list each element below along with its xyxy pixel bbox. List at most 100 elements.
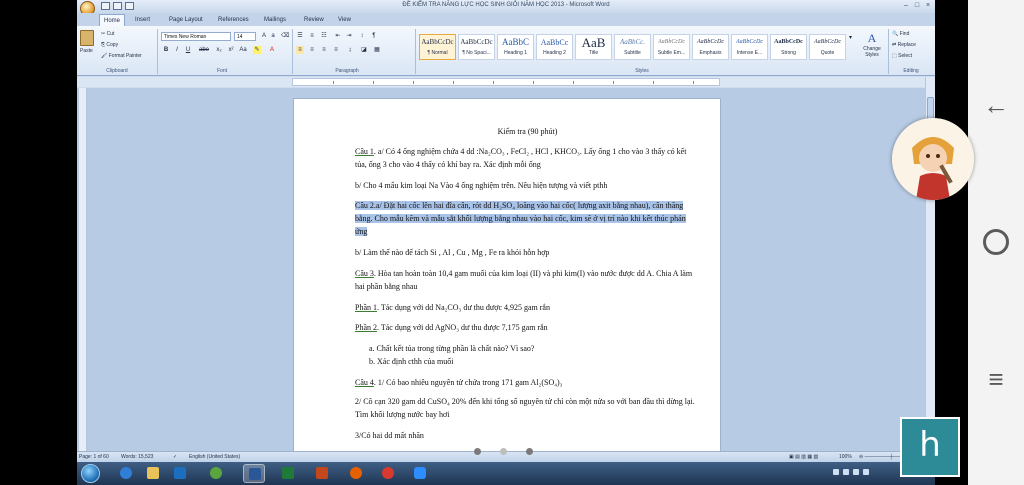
- format-painter-button[interactable]: 🖌 Format Painter: [101, 53, 142, 59]
- numbering-icon[interactable]: ≡: [308, 32, 316, 40]
- bullets-icon[interactable]: ☰: [296, 32, 304, 40]
- document-page[interactable]: Kiểm tra (90 phút) Câu 1. a/ Có 4 ống ng…: [293, 98, 721, 454]
- change-case-button[interactable]: Aa: [238, 46, 248, 54]
- underline-button[interactable]: U: [184, 46, 192, 54]
- tab-insert[interactable]: Insert: [131, 14, 154, 26]
- highlight-icon[interactable]: ✎: [253, 46, 261, 54]
- font-color-icon[interactable]: A: [268, 46, 276, 54]
- back-icon[interactable]: ←: [982, 92, 1010, 118]
- select-label: Select: [898, 53, 913, 59]
- superscript-button[interactable]: x²: [226, 46, 236, 54]
- subscript-button[interactable]: x₂: [214, 46, 224, 54]
- replace-button[interactable]: ⇄ Replace: [892, 42, 916, 48]
- question-1a: Câu 1. a/ Có 4 ống nghiệm chứa 4 dd :Na₂…: [355, 145, 700, 171]
- cut-button[interactable]: ✂ Cut: [101, 31, 114, 37]
- word-count[interactable]: Words: 15,523: [121, 454, 153, 460]
- menu-icon[interactable]: ≡: [982, 366, 1010, 392]
- style-subtitle[interactable]: AaBbCc. Subtitle: [614, 34, 651, 60]
- style-normal[interactable]: AaBbCcDc ¶ Normal: [419, 34, 456, 60]
- maximize-icon[interactable]: □: [912, 2, 922, 10]
- clear-format-button[interactable]: ⌫: [281, 32, 289, 40]
- taskbar-chrome[interactable]: [377, 464, 399, 483]
- avatar-bubble[interactable]: [892, 118, 974, 200]
- grow-font-button[interactable]: A: [260, 32, 268, 40]
- shrink-font-button[interactable]: a: [269, 32, 277, 40]
- style-quote[interactable]: AaBbCcDc Quote: [809, 34, 846, 60]
- paste-button[interactable]: Paste: [80, 30, 96, 60]
- proofing-icon[interactable]: ✓: [173, 454, 177, 460]
- page-count[interactable]: Page: 1 of 60: [79, 454, 109, 460]
- tray-network-icon[interactable]: [853, 469, 859, 475]
- sort-icon[interactable]: ↕: [358, 32, 366, 40]
- style-no-spacing[interactable]: AaBbCcDc ¶ No Spaci...: [458, 34, 495, 60]
- style-title[interactable]: AaB Title: [575, 34, 612, 60]
- taskbar-app[interactable]: [205, 464, 227, 483]
- strikethrough-button[interactable]: abe: [197, 46, 211, 54]
- tray-arrow-icon[interactable]: [833, 469, 839, 475]
- font-family-select[interactable]: Times New Roman: [161, 32, 231, 41]
- question-4-part-2: 2/ Cô cạn 320 gam dd CuSO₄ 20% đến khi t…: [355, 397, 695, 419]
- ruler-tick: [533, 81, 534, 84]
- align-center-icon[interactable]: ≡: [308, 46, 316, 54]
- close-icon[interactable]: ×: [923, 2, 933, 10]
- tray-volume-icon[interactable]: [863, 469, 869, 475]
- borders-icon[interactable]: ▦: [373, 46, 381, 54]
- part-2-text: . Tác dụng với dd AgNO₃ dư thu được 7,17…: [377, 323, 548, 332]
- styles-more-icon[interactable]: ▾: [849, 34, 857, 42]
- style-name: ¶ Normal: [427, 50, 448, 56]
- line-spacing-icon[interactable]: ↨: [346, 46, 354, 54]
- justify-icon[interactable]: ≡: [332, 46, 340, 54]
- increase-indent-icon[interactable]: ⇥: [345, 32, 353, 40]
- font-size-select[interactable]: 14: [234, 32, 256, 41]
- style-intense-emphasis[interactable]: AaBbCcDc Intense E...: [731, 34, 768, 60]
- tab-review[interactable]: Review: [300, 14, 328, 26]
- tab-mailings[interactable]: Mailings: [260, 14, 290, 26]
- style-strong[interactable]: AaBbCcDc Strong: [770, 34, 807, 60]
- ruler-tick: [573, 81, 574, 84]
- home-icon[interactable]: [983, 229, 1009, 255]
- taskbar-firefox[interactable]: [345, 464, 367, 483]
- style-heading-2[interactable]: AaBbCc Heading 2: [536, 34, 573, 60]
- zoom-level[interactable]: 100%: [839, 454, 852, 460]
- question-3: Câu 3. Hòa tan hoàn toàn 10,4 gam muối c…: [355, 267, 700, 293]
- change-styles-button[interactable]: A Change Styles: [859, 31, 885, 63]
- h-floating-button[interactable]: h: [900, 417, 960, 477]
- style-name: Subtle Em...: [657, 50, 686, 56]
- copy-label: Copy: [106, 42, 119, 48]
- question-4-heading: Câu 4: [355, 378, 374, 387]
- tab-page-layout[interactable]: Page Layout: [165, 14, 207, 26]
- show-marks-icon[interactable]: ¶: [370, 32, 378, 40]
- select-button[interactable]: ⬚ Select: [892, 53, 912, 59]
- doc-title: Kiểm tra (90 phút): [497, 127, 558, 136]
- view-buttons[interactable]: ▣ ▤ ▥ ▦ ▧: [789, 454, 818, 460]
- start-button[interactable]: [81, 464, 100, 483]
- style-heading-1[interactable]: AaBbC Heading 1: [497, 34, 534, 60]
- style-emphasis[interactable]: AaBbCcDc Emphasis: [692, 34, 729, 60]
- align-left-icon[interactable]: ≡: [296, 46, 304, 54]
- bold-button[interactable]: B: [162, 46, 170, 54]
- align-right-icon[interactable]: ≡: [320, 46, 328, 54]
- taskbar-explorer[interactable]: [142, 464, 164, 483]
- decrease-indent-icon[interactable]: ⇤: [334, 32, 342, 40]
- tab-view[interactable]: View: [334, 14, 355, 26]
- multilevel-list-icon[interactable]: ☷: [320, 32, 328, 40]
- tab-references[interactable]: References: [214, 14, 253, 26]
- tray-flag-icon[interactable]: [843, 469, 849, 475]
- style-subtle-emphasis[interactable]: AaBbCcDc Subtle Em...: [653, 34, 690, 60]
- taskbar-excel[interactable]: [277, 464, 299, 483]
- language-indicator[interactable]: English (United States): [189, 454, 240, 460]
- clipboard-group-label: Clipboard: [106, 68, 128, 74]
- shading-icon[interactable]: ◪: [360, 46, 368, 54]
- taskbar-ie[interactable]: [115, 464, 137, 483]
- copy-button[interactable]: ⎘ Copy: [101, 42, 118, 48]
- minimize-icon[interactable]: –: [901, 2, 911, 10]
- find-button[interactable]: 🔍 Find: [892, 31, 909, 37]
- question-1-heading: Câu 1: [355, 147, 374, 156]
- taskbar-word[interactable]: [243, 464, 265, 483]
- italic-button[interactable]: I: [173, 46, 181, 54]
- taskbar-media[interactable]: [169, 464, 191, 483]
- ruler-tick: [333, 81, 334, 84]
- tab-home[interactable]: Home: [99, 14, 126, 26]
- taskbar-zoom[interactable]: [409, 464, 431, 483]
- taskbar-powerpoint[interactable]: [311, 464, 333, 483]
